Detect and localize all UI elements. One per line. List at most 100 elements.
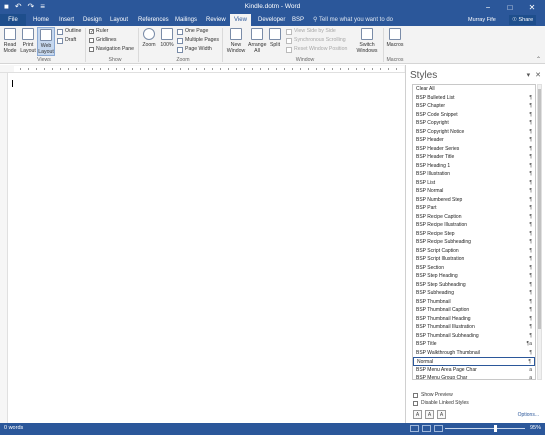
zoom-100-button[interactable]: 100% bbox=[159, 28, 175, 48]
split-button[interactable]: Split bbox=[267, 28, 283, 48]
style-item[interactable]: BSP Section ¶ bbox=[413, 264, 535, 273]
style-item[interactable]: Clear All bbox=[413, 85, 535, 94]
style-item[interactable]: BSP Script Caption ¶ bbox=[413, 247, 535, 256]
tab-home[interactable]: Home bbox=[29, 14, 53, 26]
word-count[interactable]: 0 words bbox=[4, 425, 23, 431]
tab-design[interactable]: Design bbox=[79, 14, 106, 26]
style-item[interactable]: BSP Script Illustration ¶ bbox=[413, 255, 535, 264]
options-link[interactable]: Options... bbox=[518, 412, 539, 418]
style-item[interactable]: BSP Numbered Step ¶ bbox=[413, 196, 535, 205]
styles-scrollbar[interactable] bbox=[537, 84, 542, 380]
style-item[interactable]: BSP Step Heading ¶ bbox=[413, 272, 535, 281]
macros-button[interactable]: Macros bbox=[386, 28, 404, 48]
tab-developer[interactable]: Developer bbox=[254, 14, 289, 26]
style-item[interactable]: BSP Header Series ¶ bbox=[413, 145, 535, 154]
maximize-button[interactable]: □ bbox=[499, 0, 521, 14]
horizontal-ruler[interactable] bbox=[0, 65, 405, 73]
style-item[interactable]: BSP Copyright ¶ bbox=[413, 119, 535, 128]
show-preview-checkbox[interactable]: Show Preview bbox=[413, 392, 453, 398]
style-item[interactable]: BSP Recipe Caption ¶ bbox=[413, 213, 535, 222]
tab-file[interactable]: File bbox=[0, 14, 26, 26]
switch-windows-icon bbox=[361, 28, 373, 40]
new-style-icon[interactable]: A bbox=[413, 410, 422, 419]
style-item[interactable]: BSP Thumbnail Caption ¶ bbox=[413, 306, 535, 315]
minimize-button[interactable]: − bbox=[477, 0, 499, 14]
ruler-tick bbox=[260, 68, 261, 70]
tab-layout[interactable]: Layout bbox=[106, 14, 132, 26]
tab-bsp[interactable]: BSP bbox=[288, 14, 308, 26]
style-item[interactable]: BSP Chapter ¶ bbox=[413, 102, 535, 111]
style-item[interactable]: BSP Recipe Step ¶ bbox=[413, 230, 535, 239]
style-item[interactable]: BSP Copyright Notice ¶ bbox=[413, 128, 535, 137]
style-item-name: BSP Header Title bbox=[416, 154, 455, 160]
new-window-button[interactable]: New Window bbox=[225, 28, 247, 54]
vertical-ruler[interactable] bbox=[0, 73, 8, 423]
close-pane-icon[interactable]: ✕ bbox=[535, 71, 541, 79]
share-button[interactable]: ☉ Share bbox=[509, 15, 537, 25]
print-layout-button[interactable]: Print Layout bbox=[20, 28, 36, 54]
style-item[interactable]: BSP Step Subheading ¶ bbox=[413, 281, 535, 290]
manage-styles-icon[interactable]: A bbox=[437, 410, 446, 419]
tab-mailings[interactable]: Mailings bbox=[171, 14, 201, 26]
styles-list[interactable]: Clear All BSP Bulleted List ¶ BSP Chapter ¶ B… bbox=[412, 84, 536, 380]
style-item[interactable]: BSP Thumbnail ¶ bbox=[413, 298, 535, 307]
page-width-button[interactable]: Page Width bbox=[177, 46, 212, 53]
style-item[interactable]: BSP Thumbnail Illustration ¶ bbox=[413, 323, 535, 332]
web-layout-view-icon[interactable] bbox=[434, 425, 443, 432]
read-mode-view-icon[interactable] bbox=[410, 425, 419, 432]
tab-review[interactable]: Review bbox=[202, 14, 230, 26]
zoom-slider-thumb[interactable] bbox=[493, 425, 497, 432]
outline-button[interactable]: Outline bbox=[57, 28, 81, 35]
print-layout-view-icon[interactable] bbox=[422, 425, 431, 432]
style-item[interactable]: BSP List ¶ bbox=[413, 179, 535, 188]
style-item[interactable]: BSP Walkthrough Thumbnail ¶ bbox=[413, 349, 535, 358]
pane-options-icon[interactable]: ▾ bbox=[527, 71, 531, 79]
close-button[interactable]: ✕ bbox=[521, 0, 543, 14]
style-item[interactable]: BSP Bulleted List ¶ bbox=[413, 94, 535, 103]
draft-button[interactable]: Draft bbox=[57, 37, 76, 44]
style-item[interactable]: BSP Recipe Subheading ¶ bbox=[413, 238, 535, 247]
style-item[interactable]: BSP Part ¶ bbox=[413, 204, 535, 213]
switch-windows-button[interactable]: Switch Windows bbox=[355, 28, 379, 54]
zoom-slider[interactable] bbox=[445, 428, 525, 429]
ruler-checkbox[interactable]: ✓ Ruler bbox=[89, 28, 108, 35]
style-item[interactable]: BSP Heading 1 ¶ bbox=[413, 162, 535, 171]
style-item[interactable]: BSP Menu Group Char a bbox=[413, 374, 535, 379]
arrange-all-button[interactable]: Arrange All bbox=[248, 28, 266, 54]
multiple-pages-button[interactable]: Multiple Pages bbox=[177, 37, 219, 44]
style-inspector-icon[interactable]: A bbox=[425, 410, 434, 419]
tab-references[interactable]: References bbox=[134, 14, 173, 26]
user-name[interactable]: Murray Fife bbox=[468, 14, 496, 26]
tell-me-label: Tell me what you want to do bbox=[318, 17, 394, 23]
style-item[interactable]: BSP Thumbnail Heading ¶ bbox=[413, 315, 535, 324]
tell-me-search[interactable]: ⚲ Tell me what you want to do bbox=[313, 14, 393, 26]
style-item[interactable]: BSP Thumbnail Subheading ¶ bbox=[413, 332, 535, 341]
navigation-pane-checkbox[interactable]: Navigation Pane bbox=[89, 46, 134, 53]
disable-linked-styles-checkbox[interactable]: Disable Linked Styles bbox=[413, 400, 469, 406]
synchronous-scrolling-button[interactable]: Synchronous Scrolling bbox=[286, 37, 346, 44]
zoom-group-label: Zoom bbox=[176, 57, 190, 63]
style-item[interactable]: BSP Header ¶ bbox=[413, 136, 535, 145]
style-item[interactable]: BSP Subheading ¶ bbox=[413, 289, 535, 298]
style-item[interactable]: BSP Title ¶a bbox=[413, 340, 535, 349]
tab-insert[interactable]: Insert bbox=[55, 14, 78, 26]
zoom-level[interactable]: 95% bbox=[530, 425, 541, 431]
one-page-button[interactable]: One Page bbox=[177, 28, 208, 35]
view-side-by-side-button[interactable]: View Side by Side bbox=[286, 28, 336, 35]
style-item[interactable]: BSP Normal ¶ bbox=[413, 187, 535, 196]
scroll-thumb[interactable] bbox=[538, 89, 541, 329]
style-item[interactable]: BSP Recipe Illustration ¶ bbox=[413, 221, 535, 230]
zoom-button[interactable]: Zoom bbox=[141, 28, 157, 48]
read-mode-button[interactable]: Read Mode bbox=[2, 28, 18, 54]
style-item[interactable]: BSP Header Title ¶ bbox=[413, 153, 535, 162]
style-item[interactable]: BSP Menu Area Page Char a bbox=[413, 366, 535, 375]
document-canvas[interactable] bbox=[9, 74, 405, 423]
reset-window-position-button[interactable]: Reset Window Position bbox=[286, 46, 347, 53]
gridlines-checkbox[interactable]: Gridlines bbox=[89, 37, 116, 44]
collapse-ribbon-icon[interactable]: ⌃ bbox=[536, 56, 541, 63]
tab-view[interactable]: View bbox=[230, 14, 251, 26]
style-item[interactable]: BSP Code Snippet ¶ bbox=[413, 111, 535, 120]
style-item[interactable]: Normal ¶ bbox=[413, 357, 535, 366]
style-item[interactable]: BSP Illustration ¶ bbox=[413, 170, 535, 179]
web-layout-button[interactable]: Web Layout bbox=[37, 27, 55, 56]
